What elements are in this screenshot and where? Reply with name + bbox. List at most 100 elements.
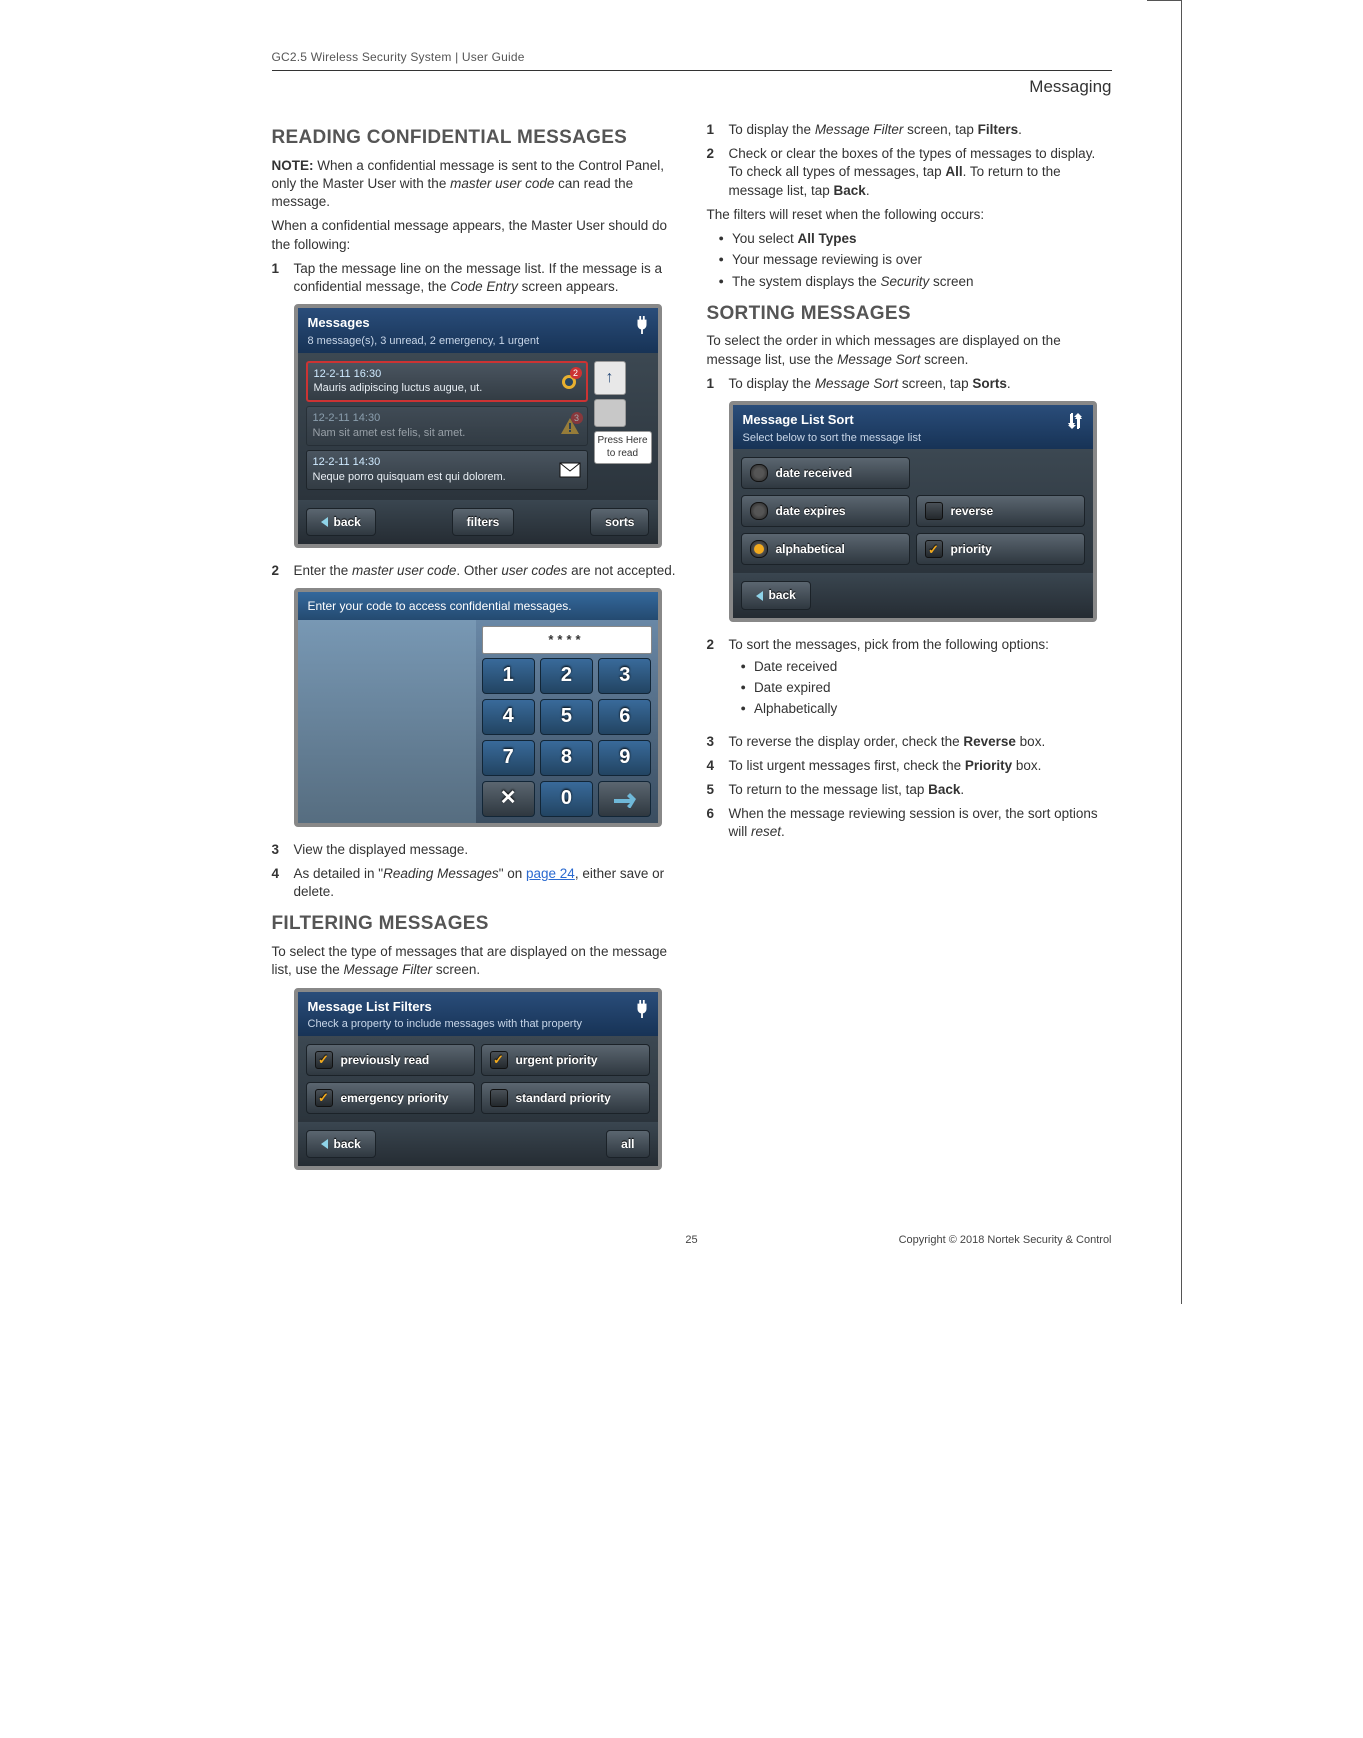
page-link[interactable]: page 24 [526,866,575,881]
filter-urgent[interactable]: urgent priority [481,1044,650,1076]
key-5[interactable]: 5 [540,699,593,735]
sort-step-4: 4 To list urgent messages first, check t… [707,757,1112,775]
key-4[interactable]: 4 [482,699,535,735]
key-cancel[interactable]: ✕ [482,781,535,817]
reset-bullet-3: The system displays the Security screen [719,273,1112,291]
back-button[interactable]: back [306,1130,376,1158]
power-plug-icon [634,316,650,334]
key-ok[interactable] [598,781,651,817]
code-entry-screen: Enter your code to access confidential m… [294,588,662,827]
sorts-button[interactable]: sorts [590,508,649,536]
checkbox-icon [315,1051,333,1069]
key-3[interactable]: 3 [598,658,651,694]
sort-date-expires[interactable]: date expires [741,495,910,527]
section-name: Messaging [272,77,1112,97]
header-rule [272,70,1112,71]
sort-subtitle: Select below to sort the message list [743,431,922,446]
messages-title: Messages [308,314,540,332]
intro-paragraph: When a confidential message appears, the… [272,217,677,253]
scroll-up-indicator[interactable]: ↑ [594,361,626,395]
sort-step-3: 3 To reverse the display order, check th… [707,733,1112,751]
checkbox-icon [315,1089,333,1107]
filter-intro: To select the type of messages that are … [272,943,677,979]
sort-opt-alpha: Alphabetically [741,700,1112,718]
filters-title: Message List Filters [308,998,583,1016]
checkbox-icon [925,502,943,520]
reset-intro: The filters will reset when the followin… [707,206,1112,224]
scroll-spacer [594,399,626,427]
messages-screen: Messages 8 message(s), 3 unread, 2 emerg… [294,304,662,548]
messages-subtitle: 8 message(s), 3 unread, 2 emergency, 1 u… [308,334,540,349]
code-entry-spacer [298,620,476,823]
sort-opt-expired: Date expired [741,679,1112,697]
sort-step-2: 2 To sort the messages, pick from the fo… [707,636,1112,727]
filter-step-1: 1 To display the Message Filter screen, … [707,121,1112,139]
badge-count: 3 [571,412,583,424]
filter-prev-read[interactable]: previously read [306,1044,475,1076]
envelope-icon [559,460,581,480]
sort-step-5: 5 To return to the message list, tap Bac… [707,781,1112,799]
key-0[interactable]: 0 [540,781,593,817]
sort-date-received[interactable]: date received [741,457,910,489]
heading-sorting: SORTING MESSAGES [707,301,1112,327]
messages-screen-header: Messages 8 message(s), 3 unread, 2 emerg… [298,308,658,352]
code-entry-header: Enter your code to access confidential m… [298,592,658,620]
key-7[interactable]: 7 [482,740,535,776]
sort-title: Message List Sort [743,411,922,429]
all-button[interactable]: all [606,1130,649,1158]
key-8[interactable]: 8 [540,740,593,776]
reset-bullet-1: You select All Types [719,230,1112,248]
sort-intro: To select the order in which messages ar… [707,332,1112,368]
message-row-2[interactable]: 12-2-11 14:30 Nam sit amet est felis, si… [306,406,588,446]
right-column: 1 To display the Message Filter screen, … [707,115,1112,1184]
filter-emergency[interactable]: emergency priority [306,1082,475,1114]
key-2[interactable]: 2 [540,658,593,694]
back-button[interactable]: back [306,508,376,536]
back-button[interactable]: back [741,581,811,609]
message-row-3[interactable]: 12-2-11 14:30 Neque porro quisquam est q… [306,450,588,490]
step-4: 4 As detailed in "Reading Messages" on p… [272,865,677,901]
filters-subtitle: Check a property to include messages wit… [308,1017,583,1032]
heading-filtering: FILTERING MESSAGES [272,911,677,937]
key-1[interactable]: 1 [482,658,535,694]
message-row-1[interactable]: 12-2-11 16:30 Mauris adipiscing luctus a… [306,361,588,403]
sort-step-1: 1 To display the Message Sort screen, ta… [707,375,1112,393]
sort-screen: Message List Sort Select below to sort t… [729,401,1097,622]
sort-reverse[interactable]: reverse [916,495,1085,527]
filters-screen: Message List Filters Check a property to… [294,988,662,1171]
sort-step-6: 6 When the message reviewing session is … [707,805,1112,841]
page-number: 25 [685,1234,697,1246]
step-3: 3 View the displayed message. [272,841,677,859]
filters-header: Message List Filters Check a property to… [298,992,658,1036]
keypad: 1 2 3 4 5 6 7 8 9 ✕ 0 [482,658,652,817]
step-2: 2 Enter the master user code. Other user… [272,562,677,580]
press-here-hint: Press Here to read [594,431,652,464]
step-1: 1 Tap the message line on the message li… [272,260,677,296]
reset-bullet-2: Your message reviewing is over [719,251,1112,269]
power-plug-icon [634,1000,650,1018]
note-paragraph: NOTE: When a confidential message is sen… [272,157,677,212]
sort-header: Message List Sort Select below to sort t… [733,405,1093,449]
sort-opt-received: Date received [741,658,1112,676]
page-crop-mark [1181,0,1182,1304]
radio-icon [750,540,768,558]
heading-reading-confidential: READING CONFIDENTIAL MESSAGES [272,125,677,151]
checkbox-icon [490,1089,508,1107]
key-9[interactable]: 9 [598,740,651,776]
checkbox-icon [490,1051,508,1069]
radio-icon [750,502,768,520]
key-6[interactable]: 6 [598,699,651,735]
filter-step-2: 2 Check or clear the boxes of the types … [707,145,1112,200]
checkbox-icon [925,540,943,558]
note-label: NOTE: [272,158,314,173]
left-column: READING CONFIDENTIAL MESSAGES NOTE: When… [272,115,677,1184]
copyright: Copyright © 2018 Nortek Security & Contr… [899,1234,1112,1246]
running-header: GC2.5 Wireless Security System | User Gu… [272,50,1112,64]
filters-button[interactable]: filters [452,508,515,536]
sort-alphabetical[interactable]: alphabetical [741,533,910,565]
code-display: **** [482,626,652,654]
badge-count: 2 [570,367,582,379]
sort-arrows-icon [1065,411,1085,431]
sort-priority[interactable]: priority [916,533,1085,565]
filter-standard[interactable]: standard priority [481,1082,650,1114]
